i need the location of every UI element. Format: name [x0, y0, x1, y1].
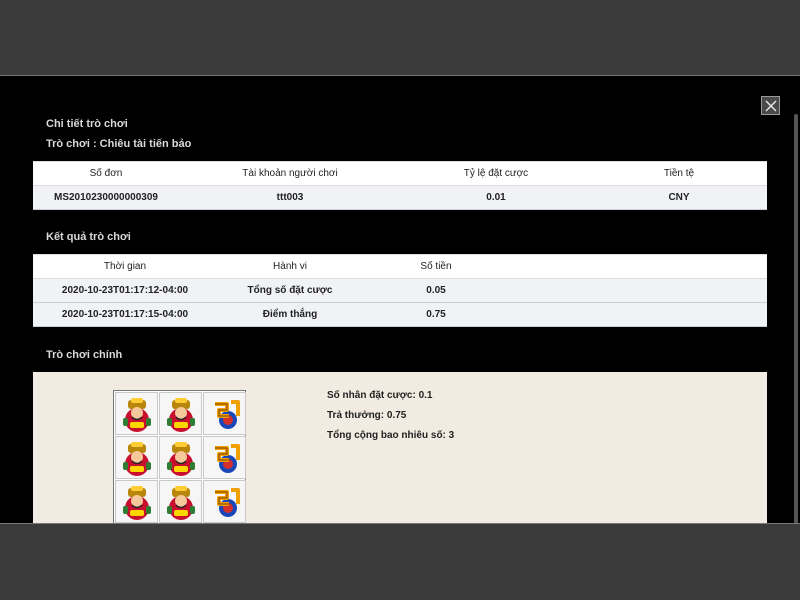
bet-ratio: 0.01 — [401, 185, 591, 210]
close-button[interactable] — [761, 96, 780, 115]
result-table-header: Thời gian Hành vi Số tiền — [33, 254, 767, 279]
amount-cell: 0.05 — [363, 278, 509, 303]
reel-cell — [115, 480, 158, 523]
empty-cell — [509, 278, 767, 303]
column-header: Tài khoản người chơi — [179, 161, 401, 186]
table-row: 2020-10-23T01:17:12-04:00 Tổng số đặt cư… — [33, 278, 767, 303]
god-of-wealth-symbol — [122, 397, 151, 432]
god-of-wealth-symbol — [166, 397, 195, 432]
result-table: Thời gian Hành vi Số tiền 2020-10-23T01:… — [33, 254, 767, 327]
time-cell: 2020-10-23T01:17:12-04:00 — [33, 278, 217, 303]
column-header: Số tiền — [363, 254, 509, 279]
column-header: Tiền tệ — [591, 161, 767, 186]
reel-grid — [113, 390, 246, 523]
close-icon — [765, 100, 777, 112]
action-cell: Tổng số đặt cược — [217, 278, 363, 303]
table-row: MS2010230000000309 ttt003 0.01 CNY — [33, 185, 767, 210]
order-number: MS2010230000000309 — [33, 185, 179, 210]
currency: CNY — [591, 185, 767, 210]
empty-cell — [509, 302, 767, 327]
game-detail-dialog: Chi tiết trò chơi Trò chơi : Chiêu tài t… — [0, 75, 800, 524]
payout: Trả thưởng: 0.75 — [327, 410, 407, 421]
god-of-wealth-symbol — [166, 441, 195, 476]
column-header — [509, 254, 767, 279]
column-header: Số đơn — [33, 161, 179, 186]
column-header: Hành vi — [217, 254, 363, 279]
order-table-header: Số đơn Tài khoản người chơi Tỷ lệ đặt cư… — [33, 161, 767, 186]
order-table: Số đơn Tài khoản người chơi Tỷ lệ đặt cư… — [33, 161, 767, 210]
table-row: 2020-10-23T01:17:15-04:00 Điểm thắng 0.7… — [33, 302, 767, 327]
amount-cell: 0.75 — [363, 302, 509, 327]
bet-multiplier: Số nhân đặt cược: 0.1 — [327, 390, 433, 401]
reel-cell — [115, 436, 158, 479]
god-of-wealth-symbol — [122, 485, 151, 520]
dialog-title: Chi tiết trò chơi — [46, 118, 128, 130]
zhao-character-symbol — [214, 399, 240, 429]
reel-cell — [115, 392, 158, 435]
zhao-character-symbol — [214, 443, 240, 473]
reel-cell — [159, 436, 202, 479]
reel-cell — [159, 480, 202, 523]
result-section-title: Kết quả trò chơi — [46, 231, 131, 243]
column-header: Tỷ lệ đặt cược — [401, 161, 591, 186]
main-game-panel: Số nhân đặt cược: 0.1 Trả thưởng: 0.75 T… — [33, 372, 767, 523]
game-name: Trò chơi : Chiêu tài tiến bảo — [46, 138, 192, 150]
zhao-character-symbol — [214, 487, 240, 517]
reel-cell — [159, 392, 202, 435]
god-of-wealth-symbol — [122, 441, 151, 476]
god-of-wealth-symbol — [166, 485, 195, 520]
total-count: Tổng cộng bao nhiêu số: 3 — [327, 430, 455, 441]
reel-cell — [203, 392, 246, 435]
scrollbar[interactable] — [794, 114, 798, 523]
action-cell: Điểm thắng — [217, 302, 363, 327]
player-account: ttt003 — [179, 185, 401, 210]
column-header: Thời gian — [33, 254, 217, 279]
reel-cell — [203, 480, 246, 523]
reel-cell — [203, 436, 246, 479]
main-game-title: Trò chơi chính — [46, 349, 123, 361]
time-cell: 2020-10-23T01:17:15-04:00 — [33, 302, 217, 327]
